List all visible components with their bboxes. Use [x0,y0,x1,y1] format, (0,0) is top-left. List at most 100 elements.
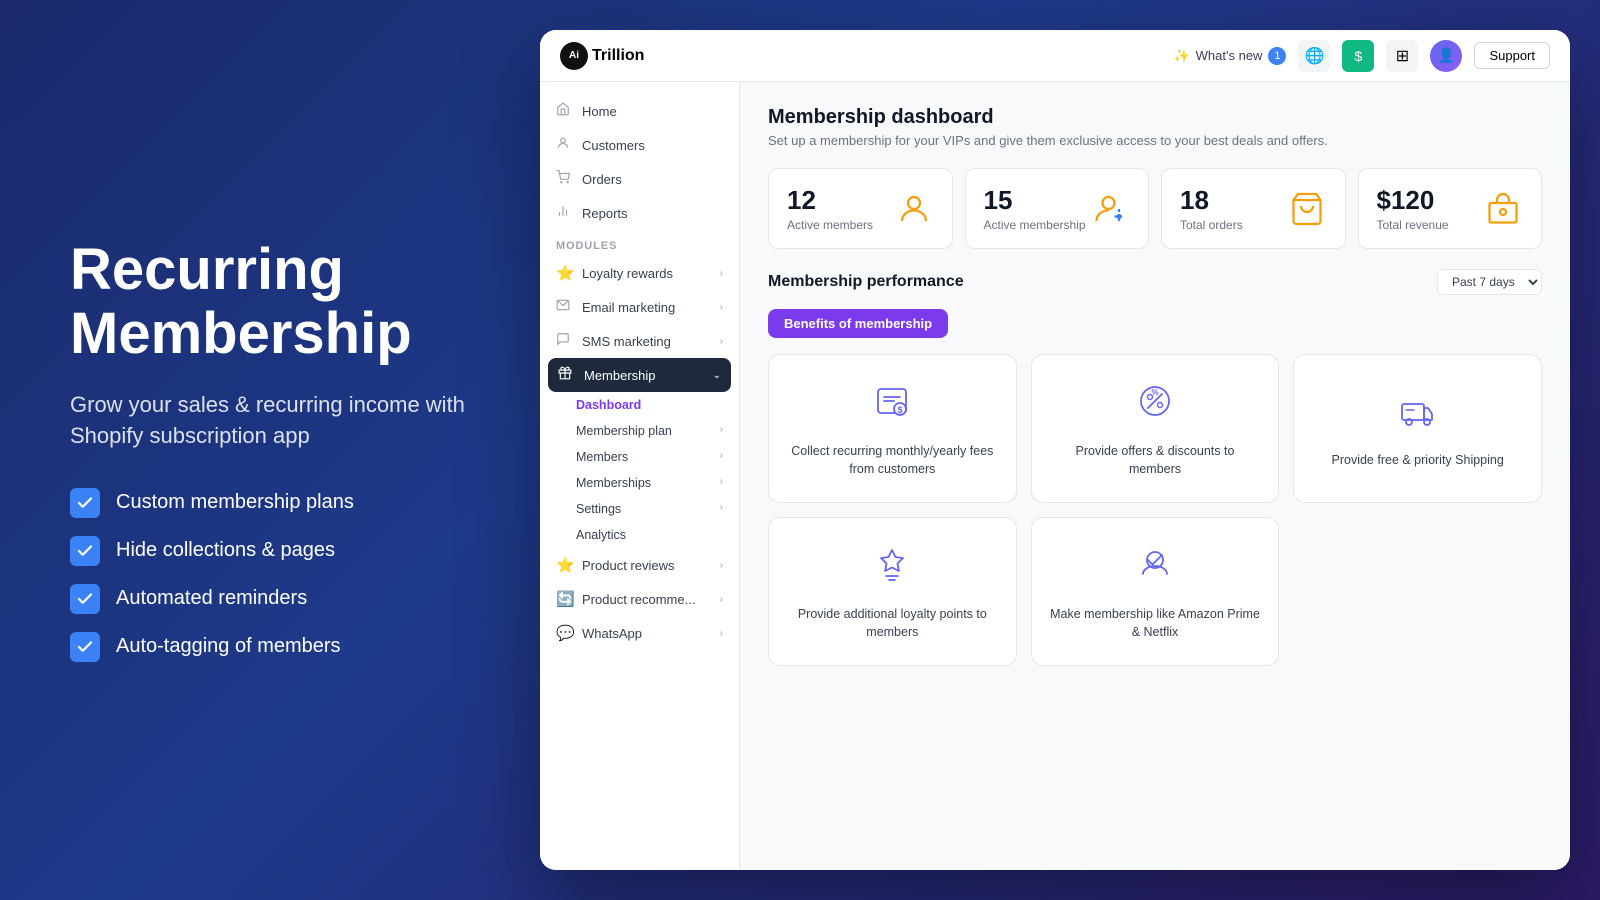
check-icon [70,488,100,518]
sub-nav-members[interactable]: Members › [540,444,739,470]
performance-title: Membership performance [768,273,964,291]
sidebar-item-loyalty[interactable]: ⭐ Loyalty rewards › [540,256,739,290]
sub-nav-settings[interactable]: Settings › [540,496,739,522]
chevron-right-icon: › [720,476,723,487]
main-layout: Home Customers Orders Reports MOD [540,82,1570,870]
whats-new-button[interactable]: ✨ What's new 1 [1173,47,1286,65]
performance-header: Membership performance Past 7 days [768,269,1542,295]
sidebar-item-sms[interactable]: SMS marketing › [540,324,739,358]
stat-label: Total orders [1180,218,1243,232]
stat-number: $120 [1377,185,1449,216]
product-reviews-label: Product reviews [582,558,674,573]
feature-item: Auto-tagging of members [70,632,470,662]
benefit-cards-grid: $ Collect recurring monthly/yearly fees … [768,354,1542,666]
stats-row: 12 Active members 15 Active membership [768,168,1542,249]
chevron-right-icon: › [720,424,723,435]
topbar: Ai Trillion ✨ What's new 1 🌐 $ ⊞ 👤 Suppo… [540,30,1570,82]
stat-info: 18 Total orders [1180,185,1243,232]
sub-nav-analytics[interactable]: Analytics [540,522,739,548]
main-heading: Recurring Membership [70,238,470,366]
sidebar-item-home[interactable]: Home [540,94,739,128]
page-title: Membership dashboard [768,106,1542,129]
benefit-card-collect-fees: $ Collect recurring monthly/yearly fees … [768,354,1017,503]
card-text: Collect recurring monthly/yearly fees fr… [787,443,998,478]
orders-stat-icon [1287,189,1327,229]
stat-label: Active membership [984,218,1086,232]
avatar[interactable]: 👤 [1430,40,1462,72]
sub-nav-memberships[interactable]: Memberships › [540,470,739,496]
sub-nav-dashboard[interactable]: Dashboard [540,392,739,418]
chevron-right-icon: › [720,628,723,639]
orders-label: Orders [582,172,622,187]
members-stat-icon [894,189,934,229]
sub-nav-membership-plan[interactable]: Membership plan › [540,418,739,444]
chevron-down-icon: ⌄ [713,370,721,381]
notification-badge: 1 [1268,47,1286,65]
feature-item: Hide collections & pages [70,536,470,566]
customers-icon [556,136,572,154]
svg-text:$: $ [898,405,903,415]
loyalty-card-icon [870,542,914,594]
sidebar-item-membership[interactable]: Membership ⌄ [548,358,731,392]
topbar-right: ✨ What's new 1 🌐 $ ⊞ 👤 Support [1173,40,1550,72]
app-window: Ai Trillion ✨ What's new 1 🌐 $ ⊞ 👤 Suppo… [540,30,1570,870]
check-icon [70,632,100,662]
feature-item: Custom membership plans [70,488,470,518]
feature-item: Automated reminders [70,584,470,614]
sms-label: SMS marketing [582,334,671,349]
grid-icon-button[interactable]: ⊞ [1386,40,1418,72]
svg-text:%: % [1151,388,1158,397]
sms-icon [556,332,572,350]
card-text: Provide offers & discounts to members [1050,443,1261,478]
collect-fees-icon: $ [870,379,914,431]
chevron-right-icon: › [720,594,723,605]
email-label: Email marketing [582,300,675,315]
chevron-right-icon: › [720,302,723,313]
benefit-card-shipping: Provide free & priority Shipping [1293,354,1542,503]
chevron-right-icon: › [720,336,723,347]
stat-card-total-revenue: $120 Total revenue [1358,168,1543,249]
chevron-right-icon: › [720,502,723,513]
sidebar-item-reports[interactable]: Reports [540,196,739,230]
customers-label: Customers [582,138,645,153]
logo-icon: Ai [560,42,588,70]
whatsapp-icon: 💬 [556,624,572,642]
sidebar: Home Customers Orders Reports MOD [540,82,740,870]
benefit-card-prime: Make membership like Amazon Prime & Netf… [1031,517,1280,666]
sidebar-item-product-rec[interactable]: 🔄 Product recomme... › [540,582,739,616]
product-reviews-icon: ⭐ [556,556,572,574]
prime-icon [1133,542,1177,594]
green-icon-button[interactable]: $ [1342,40,1374,72]
tab-bar: Benefits of membership [768,309,1542,338]
home-label: Home [582,104,617,119]
sidebar-item-product-reviews[interactable]: ⭐ Product reviews › [540,548,739,582]
sidebar-item-whatsapp[interactable]: 💬 WhatsApp › [540,616,739,650]
stat-info: 15 Active membership [984,185,1086,232]
home-icon [556,102,572,120]
language-selector[interactable]: 🌐 [1298,40,1330,72]
left-section: Recurring Membership Grow your sales & r… [0,178,540,721]
globe-icon: 🌐 [1304,46,1324,66]
modules-label: MODULES [540,230,739,256]
loyalty-icon: ⭐ [556,264,572,282]
period-selector[interactable]: Past 7 days [1437,269,1542,295]
loyalty-label: Loyalty rewards [582,266,673,281]
sparkle-icon: ✨ [1173,48,1189,64]
reports-label: Reports [582,206,628,221]
membership-icon [558,366,574,384]
sidebar-item-email[interactable]: Email marketing › [540,290,739,324]
stat-label: Total revenue [1377,218,1449,232]
grid-icon: ⊞ [1396,46,1409,66]
chevron-right-icon: › [720,560,723,571]
support-button[interactable]: Support [1474,42,1550,69]
check-icon [70,584,100,614]
sidebar-item-orders[interactable]: Orders [540,162,739,196]
benefit-card-offers: % Provide offers & discounts to members [1031,354,1280,503]
offers-icon: % [1133,379,1177,431]
product-rec-label: Product recomme... [582,592,695,607]
stat-card-active-membership: 15 Active membership [965,168,1150,249]
tab-benefits[interactable]: Benefits of membership [768,309,948,338]
stat-number: 15 [984,185,1086,216]
sidebar-item-customers[interactable]: Customers [540,128,739,162]
card-text: Make membership like Amazon Prime & Netf… [1050,606,1261,641]
